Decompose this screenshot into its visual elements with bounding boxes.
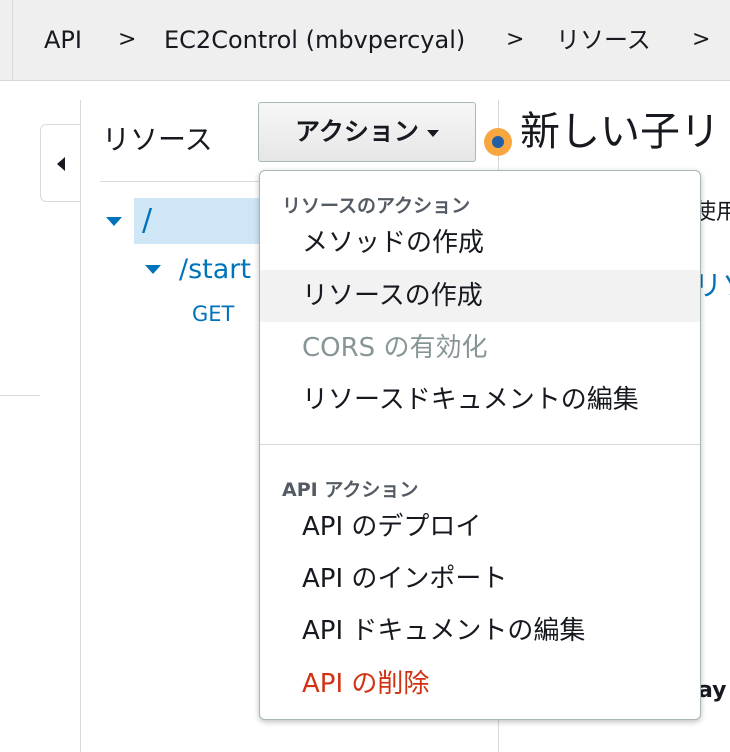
nav-strip <box>0 81 40 752</box>
menu-group-title-api: API アクション <box>282 479 419 501</box>
breadcrumb: API > EC2Control (mbvpercyal) > リソース > <box>0 0 730 81</box>
tree-item-start[interactable]: /start <box>179 252 251 288</box>
chevron-down-icon <box>426 129 439 137</box>
menu-item-edit-api-docs[interactable]: API ドキュメントの編集 <box>260 605 700 657</box>
menu-item-delete-api[interactable]: API の削除 <box>260 658 700 710</box>
caret-down-icon[interactable] <box>106 217 122 226</box>
menu-item-enable-cors: CORS の有効化 <box>302 333 488 363</box>
breadcrumb-separator: > <box>506 27 525 52</box>
resources-panel-title: リソース <box>102 123 213 156</box>
breadcrumb-item-api[interactable]: API <box>44 24 82 56</box>
nav-expand-button[interactable] <box>40 124 80 202</box>
divider <box>80 100 81 752</box>
breadcrumb-separator: > <box>118 27 137 52</box>
menu-item-deploy-api[interactable]: API のデプロイ <box>260 501 700 553</box>
menu-item-create-resource[interactable]: リソースの作成 <box>260 270 700 322</box>
tree-item-root[interactable]: / <box>142 201 152 241</box>
text-fragment: ay <box>698 678 727 703</box>
menu-divider <box>260 444 700 445</box>
page-title: 新しい子リ <box>520 109 720 155</box>
breadcrumb-item-resources[interactable]: リソース <box>556 24 651 56</box>
breadcrumb-separator: > <box>692 27 711 52</box>
breadcrumb-edge <box>12 0 13 80</box>
caret-down-icon[interactable] <box>145 265 161 274</box>
menu-item-edit-resource-docs[interactable]: リソースドキュメントの編集 <box>260 374 700 426</box>
info-hint-icon[interactable] <box>484 128 512 156</box>
tree-row-root-selected[interactable] <box>134 198 264 244</box>
actions-menu: リソースのアクション メソッドの作成 リソースの作成 CORS の有効化 リソー… <box>259 170 701 720</box>
menu-item-import-api[interactable]: API のインポート <box>260 553 700 605</box>
actions-dropdown-button[interactable]: アクション <box>258 102 476 162</box>
divider <box>0 395 40 396</box>
caret-left-icon <box>57 157 65 171</box>
menu-item-create-method[interactable]: メソッドの作成 <box>260 217 700 269</box>
breadcrumb-item-api-name[interactable]: EC2Control (mbvpercyal) <box>164 24 465 56</box>
menu-group-title-resource: リソースのアクション <box>282 195 471 217</box>
tree-item-method-get[interactable]: GET <box>192 300 234 328</box>
actions-button-label: アクション <box>295 117 419 146</box>
